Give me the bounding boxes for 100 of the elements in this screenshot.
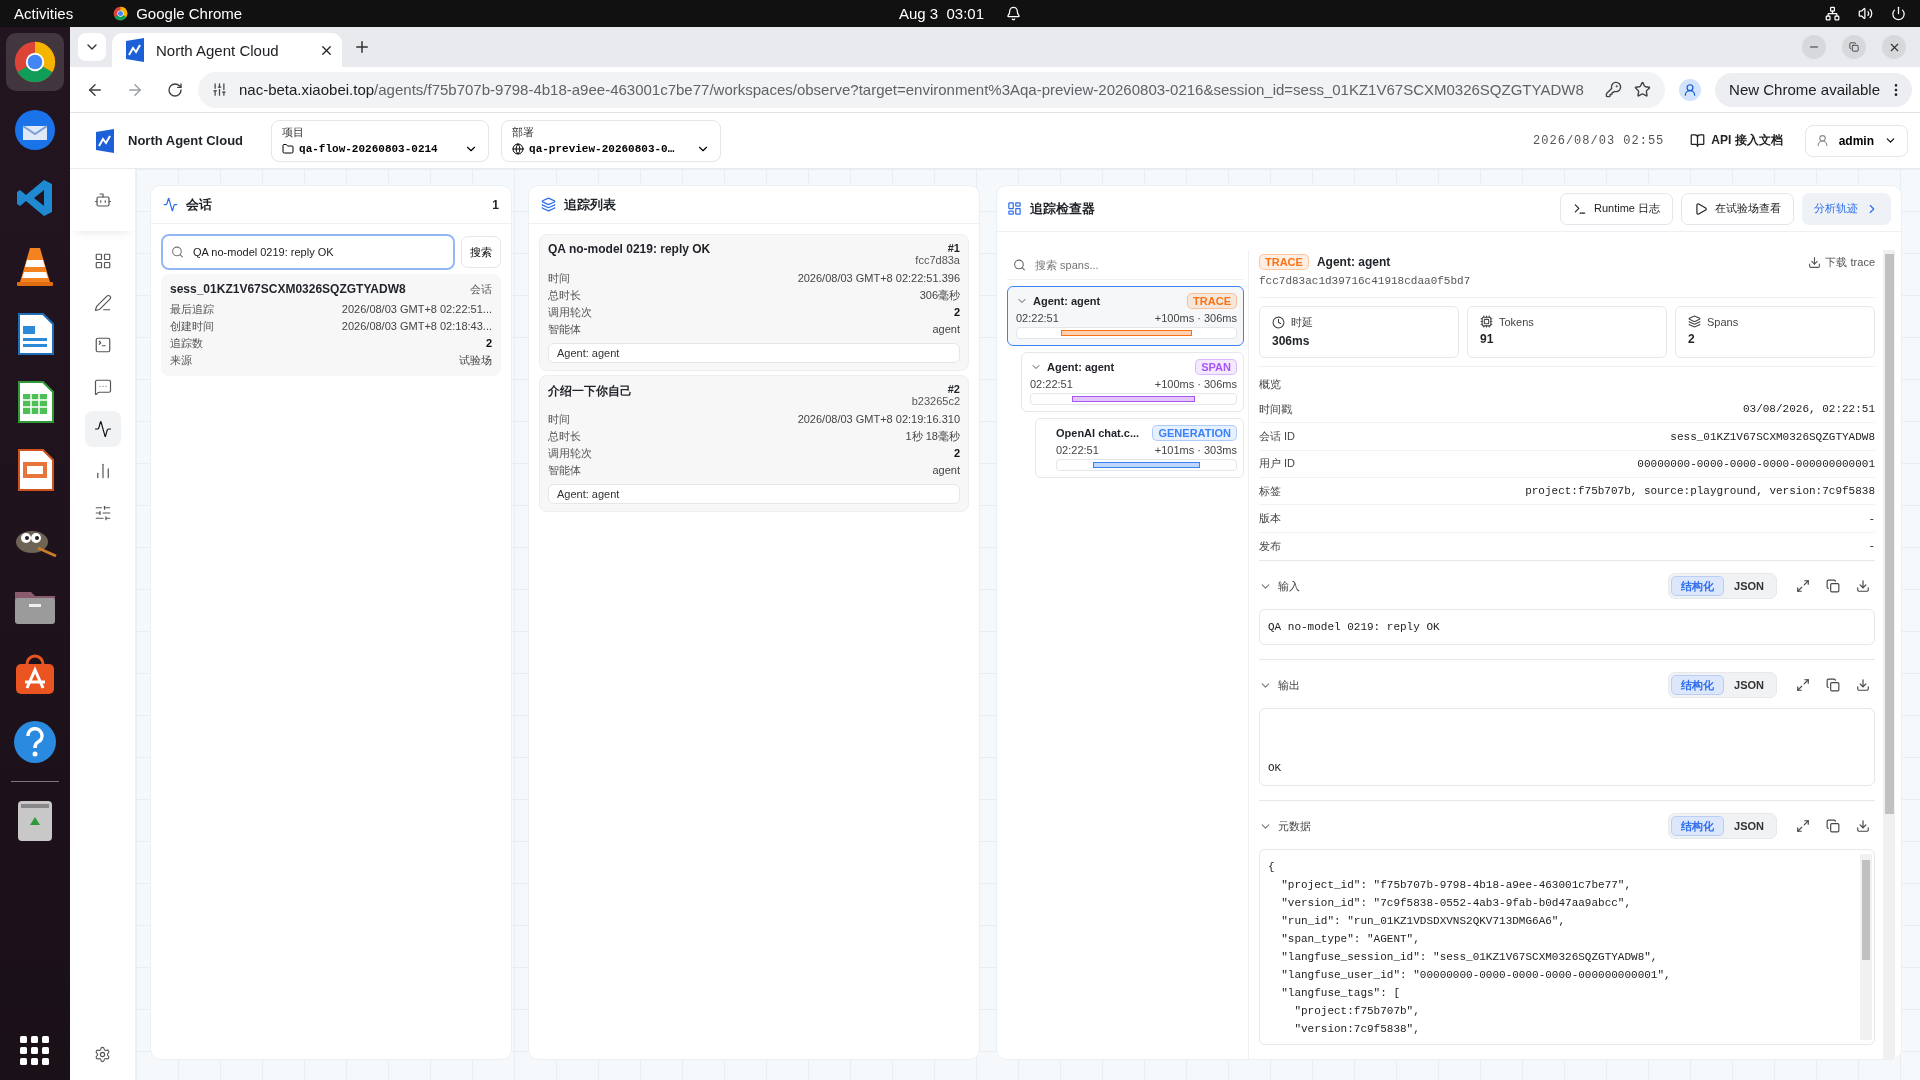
field-label: 时间 — [548, 412, 570, 427]
spreadsheet-icon[interactable] — [15, 380, 55, 424]
view-tab[interactable]: 结构化 — [1671, 576, 1725, 596]
address-bar[interactable]: nac-beta.xiaobei.top/agents/f75b707b-9798-4b18-a9ee-463001c7be77/workspaces/observe?target=environment%3Aqa-preview-20260803-0216&session_id=sess_01KZ1V67SCXM0326SQZGTYADW8 — [198, 71, 1666, 108]
trace-card[interactable]: 介绍一下你自己 #2 b23265c2 时间 2026/08/03 GMT+8 02:19:16.310 总时长 1秒 18毫秒 调用轮次 2 智能体 agent Agent: agent — [539, 375, 969, 512]
minimize-button[interactable] — [1802, 35, 1826, 59]
field-value: 试验场 — [459, 353, 492, 368]
session-id: sess_01KZ1V67SCXM0326SQZGTYADW8 — [170, 282, 406, 296]
bell-icon[interactable] — [1006, 6, 1022, 21]
span-time: 02:22:51 — [1030, 378, 1073, 390]
field-label: 追踪数 — [170, 336, 203, 351]
overview-value: sess_01KZ1V67SCXM0326SQZGTYADW8 — [1670, 430, 1875, 443]
sliders-icon — [93, 504, 112, 522]
trace-card[interactable]: QA no-model 0219: reply OK #1 fcc7d83a 时间 2026/08/03 GMT+8 02:22:51.396 总时长 306毫秒 调用轮次 2 智能体 agent Agent: agent — [539, 234, 969, 371]
span-timing: +100ms · 306ms — [1154, 312, 1237, 324]
field-label: 最后追踪 — [170, 302, 214, 317]
code-line: OK — [1268, 761, 1283, 776]
close-button[interactable] — [1882, 35, 1906, 59]
terminal-icon — [93, 336, 112, 354]
view-tab[interactable]: JSON — [1724, 576, 1774, 596]
trace-id: fcc7d83ac1d39716c41918cdaa0f5bd7 — [1259, 270, 1875, 298]
trash-icon[interactable] — [15, 799, 55, 843]
power-icon[interactable] — [1891, 6, 1906, 21]
code-line: "project_id": "f75b707b-9798-4b18-a9ee-463001c7be77", — [1280, 878, 1633, 893]
chat-icon — [93, 378, 112, 396]
field-value: agent — [932, 463, 960, 478]
book-icon — [1690, 133, 1706, 148]
field-value: 2 — [485, 336, 492, 351]
field-value: 306毫秒 — [919, 288, 960, 303]
user-menu-button[interactable]: admin — [1804, 124, 1908, 157]
search-field[interactable]: QA no-model 0219: reply OK — [161, 234, 455, 270]
clock[interactable]: Aug 3 03:01 — [898, 5, 985, 22]
activity-icon — [93, 420, 112, 438]
trace-title: 介绍一下你自己 — [548, 383, 632, 400]
trace-hash: fcc7d83a — [915, 254, 960, 266]
volume-icon[interactable] — [1858, 6, 1873, 21]
field-value: 2026/08/03 GMT+8 02:18:43... — [341, 319, 492, 334]
help-icon[interactable] — [12, 719, 58, 765]
span-item[interactable]: OpenAI chat.c... GENERATION 02:22:51 +101ms · 303ms — [1035, 418, 1244, 478]
person-icon — [1815, 134, 1829, 147]
project-selector[interactable]: 项目 qa-flow-20260803-0214 — [271, 119, 490, 162]
shopping-bag-icon[interactable] — [13, 652, 57, 696]
reload-icon — [167, 81, 183, 98]
field-label: 调用轮次 — [548, 446, 592, 461]
span-search-field[interactable]: 搜索 spans... — [1007, 250, 1244, 280]
docs-link[interactable]: API 接入文档 — [1690, 132, 1783, 149]
search-button[interactable]: 搜索 — [461, 236, 501, 268]
span-item[interactable]: Agent: agent TRACE 02:22:51 +100ms · 306ms — [1007, 286, 1244, 346]
span-item[interactable]: Agent: agent SPAN 02:22:51 +100ms · 306ms — [1021, 352, 1244, 412]
field-value: 2 — [953, 446, 960, 461]
view-tab[interactable]: 结构化 — [1671, 675, 1725, 695]
overview-value: - — [1868, 512, 1875, 525]
site-settings-icon[interactable] — [212, 82, 227, 97]
profile-button[interactable] — [1679, 78, 1702, 101]
view-tab[interactable]: JSON — [1724, 675, 1774, 695]
field-value: 2 — [953, 305, 960, 320]
key-icon[interactable] — [1605, 81, 1623, 98]
trace-badge: TRACE — [1259, 254, 1309, 270]
mail-bird-icon[interactable] — [13, 108, 57, 152]
expand-icon — [1796, 819, 1810, 833]
view-tab[interactable]: 结构化 — [1671, 816, 1725, 836]
trace-name: Agent: agent — [1316, 255, 1392, 269]
tab-list-button[interactable] — [78, 33, 106, 61]
robot-icon — [93, 191, 112, 209]
star-icon[interactable] — [1634, 81, 1652, 98]
pen-icon — [93, 294, 112, 312]
overview-label: 用户 ID — [1259, 456, 1296, 472]
download-icon — [1856, 819, 1870, 833]
chip-icon — [1480, 315, 1493, 328]
runtime-log-button[interactable]: Runtime 日志 — [1559, 192, 1673, 225]
activity-nav-button[interactable] — [84, 411, 121, 447]
span-type-badge: GENERATION — [1152, 425, 1237, 441]
session-kind: 会话 — [470, 282, 492, 297]
chrome-icon — [113, 6, 129, 21]
activities-button[interactable]: Activities — [14, 5, 74, 22]
update-button[interactable]: New Chrome available — [1715, 72, 1912, 107]
analyze-button[interactable]: 分析轨迹 — [1802, 192, 1891, 225]
overview-value: project:f75b707b, source:playground, version:7c9f5838 — [1525, 485, 1875, 498]
stat-label: Spans — [1707, 315, 1739, 328]
overview-label: 会话 ID — [1259, 429, 1296, 444]
field-label: 来源 — [170, 353, 192, 368]
inspector-icon — [1007, 201, 1022, 216]
activity-icon — [163, 197, 178, 212]
logo-icon — [94, 128, 116, 153]
restore-button[interactable] — [1842, 35, 1866, 59]
network-icon[interactable] — [1825, 6, 1840, 21]
deployment-selector[interactable]: 部署 qa-preview-20260803-0… — [501, 119, 722, 162]
session-card[interactable]: sess_01KZ1V67SCXM0326SQZGTYADW8 会话 最后追踪 2026/08/03 GMT+8 02:22:51... 创建时间 2026/08/03 GMT+8 02:18:43... 追踪数 2 来源 试验场 — [161, 274, 501, 376]
field-label: 智能体 — [548, 463, 581, 478]
document-icon[interactable] — [15, 312, 55, 356]
tab-title: North Agent Cloud — [156, 41, 280, 59]
download-trace-link[interactable]: 下载 trace — [1808, 254, 1875, 270]
playground-button[interactable]: 在试验场查看 — [1681, 192, 1794, 225]
app-grid-icon[interactable] — [20, 1036, 50, 1066]
presentation-icon[interactable] — [15, 448, 55, 492]
panel-title: 追踪列表 — [564, 195, 616, 214]
browser-tab[interactable]: North Agent Cloud — [112, 33, 342, 67]
code-line: "version:7c9f5838", — [1293, 1022, 1421, 1037]
agent-tag: Agent: agent — [548, 484, 960, 504]
view-tab[interactable]: JSON — [1724, 816, 1774, 836]
